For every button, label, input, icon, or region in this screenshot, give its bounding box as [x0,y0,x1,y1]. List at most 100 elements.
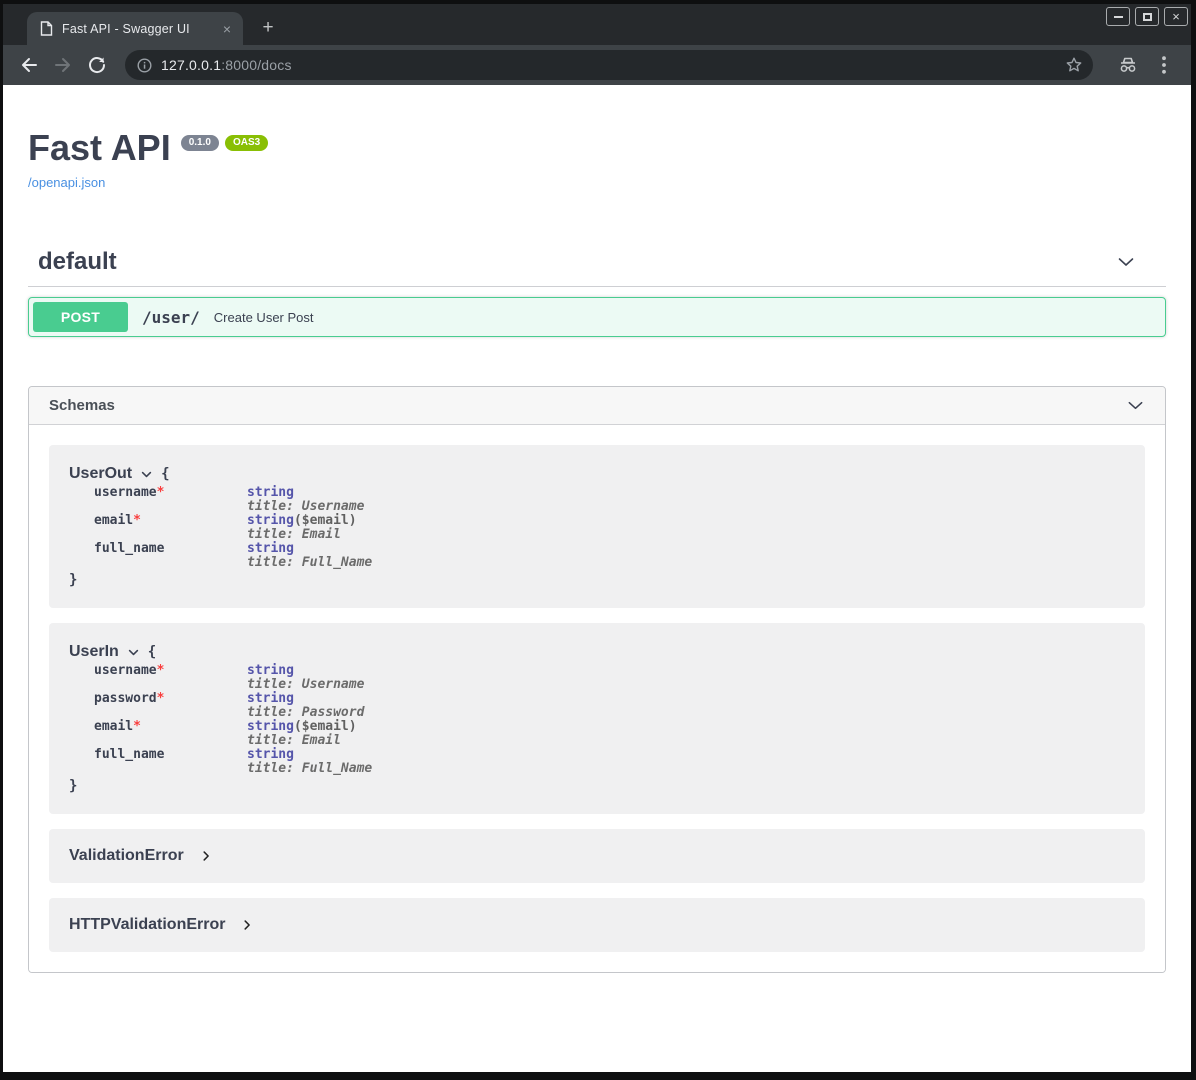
minimize-button[interactable] [1106,7,1130,26]
property-format: ($email) [294,719,357,734]
close-brace: } [69,572,1125,588]
bookmark-star-icon[interactable] [1065,56,1083,74]
window-frame: Fast API - Swagger UI × + × [0,0,1196,1080]
property-type: string [247,541,294,556]
chevron-right-icon[interactable] [241,919,253,931]
close-icon: × [1172,10,1180,23]
property-format: ($email) [294,513,357,528]
model-userin-header[interactable]: UserIn { [69,643,1125,661]
openapi-json-link[interactable]: /openapi.json [28,175,105,190]
property-row: email* string($email) title: Email [94,720,1125,748]
close-button[interactable]: × [1164,7,1188,26]
tab-title: Fast API - Swagger UI [62,22,210,36]
property-title: title: Email [247,528,357,542]
model-httpvalidationerror-header[interactable]: HTTPValidationError [69,916,1125,934]
required-star: * [157,485,165,500]
minimize-icon [1114,16,1123,18]
property-type: string [247,719,294,734]
reload-button[interactable] [85,53,109,77]
page-content: Fast API 0.1.0 OAS3 /openapi.json defaul… [3,85,1191,1072]
model-userin: UserIn { username* string [49,623,1145,814]
property-type: string [247,485,294,500]
model-httpvalidationerror: HTTPValidationError [49,898,1145,952]
close-brace: } [69,778,1125,794]
incognito-icon [1115,52,1141,78]
new-tab-button[interactable]: + [256,16,280,40]
property-name: username [94,485,157,500]
property-row: email* string($email) title: Email [94,514,1125,542]
property-row: full_name string title: Full_Name [94,748,1125,776]
property-title: title: Full_Name [247,556,372,570]
window-controls: × [1106,7,1188,26]
page-favicon-icon [40,21,53,36]
property-name: email [94,513,133,528]
required-star: * [133,719,141,734]
tag-name: default [38,248,117,276]
url-path: :8000/docs [221,57,292,73]
property-title: title: Username [247,500,364,514]
url-host: 127.0.0.1 [161,57,221,73]
property-title: title: Username [247,678,364,692]
chevron-down-icon[interactable] [1126,396,1145,415]
menu-dots-icon[interactable] [1151,52,1177,78]
required-star: * [157,691,165,706]
schemas-body: UserOut { username* string [29,425,1165,972]
schemas-heading: Schemas [49,397,115,414]
tab-close-icon[interactable]: × [219,21,235,37]
maximize-icon [1143,13,1152,21]
api-info-section: Fast API 0.1.0 OAS3 /openapi.json [28,130,1166,192]
maximize-button[interactable] [1135,7,1159,26]
required-star: * [157,663,165,678]
chevron-down-icon[interactable] [140,468,153,481]
schemas-header[interactable]: Schemas [29,387,1165,425]
open-brace: { [161,466,169,482]
property-type: string [247,513,294,528]
chevron-down-icon[interactable] [127,646,140,659]
property-type: string [247,691,294,706]
property-name: password [94,691,157,706]
browser-tab[interactable]: Fast API - Swagger UI × [27,12,243,45]
site-info-icon[interactable] [137,58,152,73]
property-type: string [247,663,294,678]
opblock-post-user[interactable]: POST /user/ Create User Post [28,297,1166,337]
property-type: string [247,747,294,762]
property-name: username [94,663,157,678]
property-title: title: Email [247,734,357,748]
browser-toolbar: 127.0.0.1:8000/docs [3,45,1191,85]
operation-path: /user/ [142,308,200,327]
property-row: full_name string title: Full_Name [94,542,1125,570]
schemas-section: Schemas UserOut [28,386,1166,973]
property-title: title: Full_Name [247,762,372,776]
address-bar[interactable]: 127.0.0.1:8000/docs [125,50,1093,80]
version-badge: 0.1.0 [181,135,219,151]
model-name: HTTPValidationError [69,916,225,934]
property-name: full_name [94,747,164,762]
open-brace: { [148,644,156,660]
url-text[interactable]: 127.0.0.1:8000/docs [161,57,1065,73]
forward-button[interactable] [51,53,75,77]
tag-section-header[interactable]: default [28,248,1166,287]
property-title: title: Password [247,706,364,720]
model-name: ValidationError [69,847,184,865]
operation-summary: Create User Post [214,310,314,325]
page-title: Fast API [28,130,171,166]
required-star: * [133,513,141,528]
model-validationerror-header[interactable]: ValidationError [69,847,1125,865]
back-button[interactable] [17,53,41,77]
model-name: UserOut [69,465,132,483]
browser-window: Fast API - Swagger UI × + × [3,4,1191,1072]
property-row: password* string title: Password [94,692,1125,720]
property-name: email [94,719,133,734]
property-row: username* string title: Username [94,664,1125,692]
chevron-right-icon[interactable] [200,850,212,862]
model-userout-header[interactable]: UserOut { [69,465,1125,483]
property-name: full_name [94,541,164,556]
post-method-button[interactable]: POST [33,302,128,332]
model-name: UserIn [69,643,119,661]
property-row: username* string title: Username [94,486,1125,514]
model-userout: UserOut { username* string [49,445,1145,608]
model-validationerror: ValidationError [49,829,1145,883]
title-bar: Fast API - Swagger UI × + × [3,4,1191,45]
oas3-badge: OAS3 [225,135,268,151]
chevron-down-icon[interactable] [1116,252,1136,272]
